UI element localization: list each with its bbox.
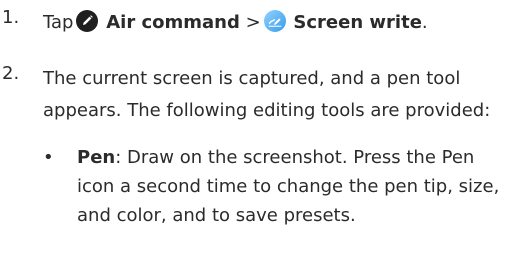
period: . — [421, 12, 428, 33]
step-1-text: Tap Air command > Screen write. — [43, 7, 513, 39]
air-command-label: Air command — [106, 12, 240, 33]
bullet-term: Pen — [77, 147, 116, 168]
step-2-body: The current screen is captured, and a pe… — [43, 63, 513, 230]
screen-write-label: Screen write — [293, 12, 422, 33]
separator: > — [245, 12, 261, 33]
step-number: 1. — [2, 7, 20, 28]
step-number: 2. — [2, 63, 20, 84]
bullet-marker: • — [43, 147, 54, 168]
bullet-description: : Draw on the screenshot. Press the Pen … — [77, 147, 500, 226]
screen-write-icon — [263, 10, 286, 32]
air-command-icon — [76, 10, 99, 32]
step-2-text: The current screen is captured, and a pe… — [43, 68, 491, 121]
tap-text: Tap — [43, 12, 74, 33]
list-item: • Pen: Draw on the screenshot. Press the… — [43, 143, 513, 230]
